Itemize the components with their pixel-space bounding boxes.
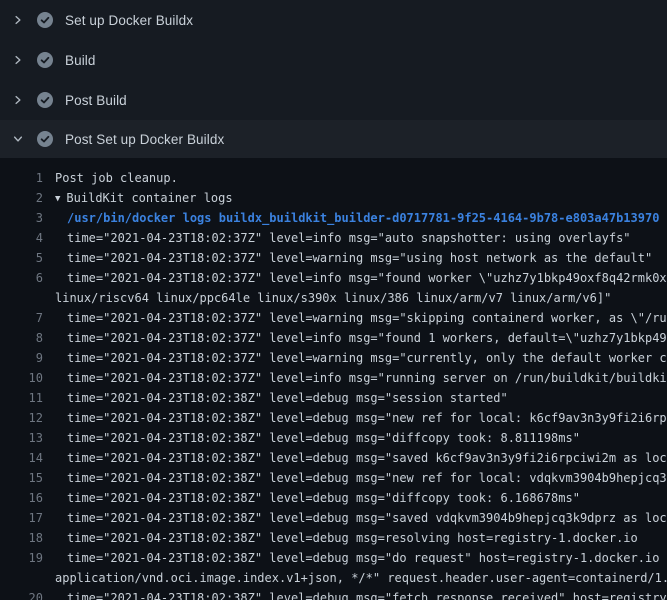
log-line-number[interactable]: 1 (0, 168, 43, 188)
log-line-number[interactable]: 18 (0, 528, 43, 548)
log-line-number[interactable]: 17 (0, 508, 43, 528)
log-line-number (0, 568, 43, 588)
log-line-text: time="2021-04-23T18:02:37Z" level=info m… (67, 328, 667, 348)
check-circle-icon (37, 12, 53, 28)
step-header-0[interactable]: Set up Docker Buildx (0, 0, 667, 40)
log-line-text: time="2021-04-23T18:02:38Z" level=debug … (67, 468, 667, 488)
log-row: 11 time="2021-04-23T18:02:38Z" level=deb… (0, 388, 667, 408)
log-line-number[interactable]: 6 (0, 268, 43, 288)
log-row: 18 time="2021-04-23T18:02:38Z" level=deb… (0, 528, 667, 548)
log-line-number[interactable]: 20 (0, 588, 43, 600)
log-line-number[interactable]: 12 (0, 408, 43, 428)
chevron-right-icon (10, 52, 26, 68)
step-label: Post Set up Docker Buildx (65, 132, 224, 147)
log-line-number[interactable]: 7 (0, 308, 43, 328)
log-row: 13 time="2021-04-23T18:02:38Z" level=deb… (0, 428, 667, 448)
log-line-text: time="2021-04-23T18:02:38Z" level=debug … (67, 588, 667, 600)
log-row: application/vnd.oci.image.index.v1+json,… (0, 568, 667, 588)
step-header-1[interactable]: Build (0, 40, 667, 80)
log-line-text: time="2021-04-23T18:02:38Z" level=debug … (67, 508, 667, 528)
log-line-number[interactable]: 13 (0, 428, 43, 448)
log-row: 10 time="2021-04-23T18:02:37Z" level=inf… (0, 368, 667, 388)
check-circle-icon (37, 52, 53, 68)
step-label: Post Build (65, 93, 127, 108)
log-line-text: time="2021-04-23T18:02:37Z" level=warnin… (67, 308, 667, 328)
log-line-text: time="2021-04-23T18:02:38Z" level=debug … (67, 428, 580, 448)
log-row: linux/riscv64 linux/ppc64le linux/s390x … (0, 288, 667, 308)
log-line-text: time="2021-04-23T18:02:38Z" level=debug … (67, 408, 667, 428)
log-group-title[interactable]: BuildKit container logs (66, 191, 232, 205)
log-line-number[interactable]: 9 (0, 348, 43, 368)
log-line-number[interactable]: 3 (0, 208, 43, 228)
chevron-right-icon (10, 92, 26, 108)
chevron-down-icon (10, 131, 26, 147)
log-line-text: Post job cleanup. (55, 168, 178, 188)
step-label: Set up Docker Buildx (65, 13, 193, 28)
log-row: 15 time="2021-04-23T18:02:38Z" level=deb… (0, 468, 667, 488)
log-line-number[interactable]: 10 (0, 368, 43, 388)
log-row: 19 time="2021-04-23T18:02:38Z" level=deb… (0, 548, 667, 568)
log-row: 12 time="2021-04-23T18:02:38Z" level=deb… (0, 408, 667, 428)
log-row: 8 time="2021-04-23T18:02:37Z" level=info… (0, 328, 667, 348)
step-header-2[interactable]: Post Build (0, 80, 667, 120)
log-line-number[interactable]: 15 (0, 468, 43, 488)
check-circle-icon (37, 131, 53, 147)
triangle-down-icon: ▼ (55, 189, 60, 209)
log-line-text: time="2021-04-23T18:02:37Z" level=info m… (67, 368, 667, 388)
log-line-text: time="2021-04-23T18:02:37Z" level=info m… (67, 268, 667, 288)
log-line-text: time="2021-04-23T18:02:37Z" level=info m… (67, 228, 631, 248)
log-line-number[interactable]: 5 (0, 248, 43, 268)
log-row: 3 /usr/bin/docker logs buildx_buildkit_b… (0, 208, 667, 228)
log-line-number[interactable]: 8 (0, 328, 43, 348)
log-row: 1 Post job cleanup. (0, 168, 667, 188)
log-line-text: time="2021-04-23T18:02:38Z" level=debug … (67, 448, 667, 468)
log-row: 20 time="2021-04-23T18:02:38Z" level=deb… (0, 588, 667, 600)
log-line-number[interactable]: 11 (0, 388, 43, 408)
log-line-text: ▼ BuildKit container logs (55, 188, 233, 208)
log-row: 9 time="2021-04-23T18:02:37Z" level=warn… (0, 348, 667, 368)
log-line-text: time="2021-04-23T18:02:38Z" level=debug … (67, 488, 580, 508)
log-line-text: time="2021-04-23T18:02:38Z" level=debug … (67, 388, 508, 408)
log-row: 7 time="2021-04-23T18:02:37Z" level=warn… (0, 308, 667, 328)
steps-list: Set up Docker Buildx Build P (0, 0, 667, 158)
log-row: 17 time="2021-04-23T18:02:38Z" level=deb… (0, 508, 667, 528)
log-line-number[interactable]: 4 (0, 228, 43, 248)
actions-log-viewer: Set up Docker Buildx Build P (0, 0, 667, 600)
log-line-text: time="2021-04-23T18:02:37Z" level=warnin… (67, 248, 652, 268)
log-line-number[interactable]: 14 (0, 448, 43, 468)
log-line-text: linux/riscv64 linux/ppc64le linux/s390x … (55, 288, 611, 308)
check-circle-icon (37, 92, 53, 108)
log-row: 16 time="2021-04-23T18:02:38Z" level=deb… (0, 488, 667, 508)
log-line-number[interactable]: 19 (0, 548, 43, 568)
chevron-right-icon (10, 12, 26, 28)
log-container: 1 Post job cleanup. 2 ▼ BuildKit containe… (0, 158, 667, 600)
log-row: 6 time="2021-04-23T18:02:37Z" level=info… (0, 268, 667, 288)
log-row: 5 time="2021-04-23T18:02:37Z" level=warn… (0, 248, 667, 268)
log-line-number (0, 288, 43, 308)
step-label: Build (65, 53, 96, 68)
log-row: 14 time="2021-04-23T18:02:38Z" level=deb… (0, 448, 667, 468)
log-line-text: /usr/bin/docker logs buildx_buildkit_bui… (67, 208, 659, 228)
step-header-3[interactable]: Post Set up Docker Buildx (0, 120, 667, 158)
log-line-number[interactable]: 16 (0, 488, 43, 508)
log-line-text: time="2021-04-23T18:02:38Z" level=debug … (67, 528, 638, 548)
log-line-number[interactable]: 2 (0, 188, 43, 208)
log-row: 2 ▼ BuildKit container logs (0, 188, 667, 208)
log-row: 4 time="2021-04-23T18:02:37Z" level=info… (0, 228, 667, 248)
log-line-text: time="2021-04-23T18:02:38Z" level=debug … (67, 548, 667, 568)
log-line-text: time="2021-04-23T18:02:37Z" level=warnin… (67, 348, 667, 368)
log-line-text: application/vnd.oci.image.index.v1+json,… (55, 568, 667, 588)
